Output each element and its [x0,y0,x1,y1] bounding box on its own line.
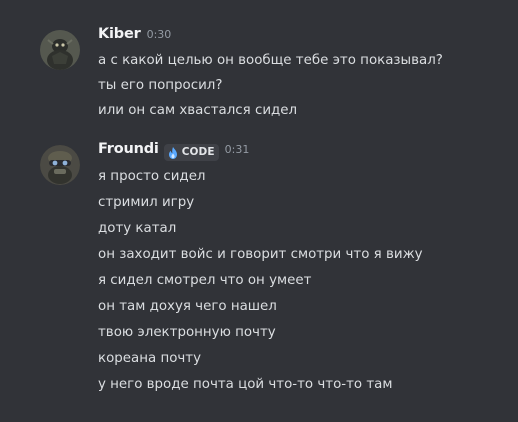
flame-icon [166,145,180,159]
clan-tag-label: CODE [181,146,215,158]
message-line: я просто сидел [98,169,206,184]
message-group-froundi: Froundi CODE 0:31 я просто сидел стримил… [0,0,518,422]
message-line: у него вроде почта цой что-то что-то там [98,377,393,392]
username[interactable]: Froundi [98,141,159,157]
clan-tag[interactable]: CODE [163,143,219,161]
avatar-image [40,145,80,185]
chat-messages: Kiber 0:30 а с какой целью он вообще теб… [0,0,518,422]
message-line: доту катал [98,221,177,236]
message-line: стримил игру [98,195,195,210]
message-line: он заходит войс и говорит смотри что я в… [98,247,423,262]
message-line: твою электронную почту [98,325,276,340]
avatar[interactable] [40,145,80,185]
message-line: кореана почту [98,351,202,366]
timestamp[interactable]: 0:31 [225,143,250,156]
message-header: Froundi CODE 0:31 [98,141,249,163]
message-line: он там дохуя чего нашел [98,299,277,314]
message-line: я сидел смотрел что он умеет [98,273,312,288]
